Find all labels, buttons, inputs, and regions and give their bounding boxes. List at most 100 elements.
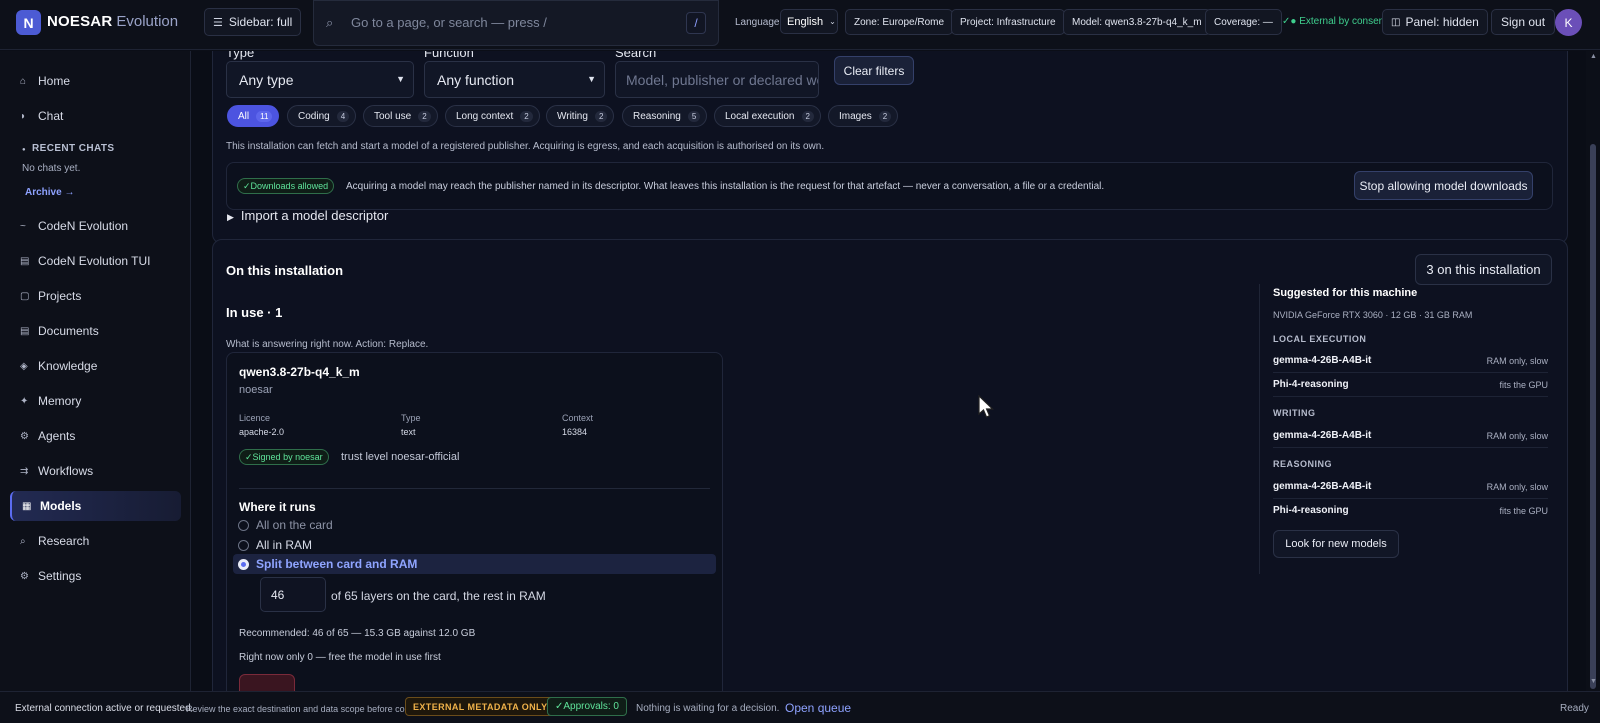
sidebar-item-research[interactable]: ⌕ Research [10, 526, 181, 556]
chevron-down-icon: ▼ [587, 74, 596, 84]
clear-filters-button[interactable]: Clear filters [834, 56, 914, 85]
sidebar-item-coden-evolution-tui[interactable]: ▤ CodeN Evolution TUI [10, 246, 181, 276]
context-label: Context [562, 413, 594, 423]
panel-toggle-button[interactable]: ◫ Panel: hidden [1382, 9, 1488, 35]
sidebar-item-label: Workflows [38, 464, 94, 478]
caret-right-icon: ▶ [227, 212, 234, 222]
suggested-model-row[interactable]: Phi-4-reasoning fits the GPU [1273, 501, 1548, 523]
pill-label: Tool use [374, 110, 412, 122]
pill-label: Coding [298, 110, 330, 122]
filter-pill-all[interactable]: All 11 [227, 105, 280, 127]
sidebar-item-workflows[interactable]: ⇉ Workflows [10, 456, 181, 486]
type-filter-value: Any type [239, 71, 294, 88]
filter-pill-coding[interactable]: Coding 4 [287, 105, 357, 127]
sidebar-item-documents[interactable]: ▤ Documents [10, 316, 181, 346]
approvals-badge[interactable]: ✓Approvals: 0 [547, 697, 627, 716]
suggested-model-row[interactable]: Phi-4-reasoning fits the GPU [1273, 375, 1548, 397]
search-placeholder: Go to a page, or search — press / [351, 15, 547, 30]
sidebar-item-chat[interactable]: ◗ Chat [10, 101, 181, 131]
sidebar-item-settings[interactable]: ⚙ Settings [10, 561, 181, 591]
sidebar-item-coden-evolution[interactable]: ~ CodeN Evolution [10, 211, 181, 241]
run-option-ram[interactable]: All in RAM [238, 535, 716, 555]
radio-icon [238, 519, 249, 531]
scroll-down-icon[interactable]: ▼ [1590, 678, 1597, 685]
run-option-label: All on the card [256, 518, 333, 532]
sidebar-item-label: CodeN Evolution TUI [38, 254, 151, 268]
project-chip[interactable]: Project: Infrastructure [951, 9, 1065, 35]
import-descriptor-label: Import a model descriptor [240, 208, 389, 223]
bullet-icon: ● [22, 147, 27, 153]
scroll-up-icon[interactable]: ▲ [1590, 53, 1597, 60]
sidebar-item-label: Agents [38, 429, 76, 443]
filter-pill-tool-use[interactable]: Tool use 2 [363, 105, 438, 127]
run-option-card[interactable]: All on the card [238, 515, 716, 535]
sidebar: ⌂ Home ◗ Chat ● RECENT CHATS No chats yet… [0, 51, 191, 691]
brand-title: NOESAR Evolution [47, 13, 178, 30]
egress-note: This installation can fetch and start a … [226, 141, 825, 152]
pill-count: 5 [687, 110, 701, 122]
suggested-model-hint: RAM only, slow [1486, 482, 1548, 492]
zone-chip[interactable]: Zone: Europe/Rome [845, 9, 954, 35]
chevron-down-icon: ⌄ [829, 17, 836, 26]
archive-link[interactable]: Archive → [25, 187, 74, 198]
type-filter-select[interactable]: Any type ▼ [226, 61, 414, 98]
run-option-split[interactable]: Split between card and RAM [233, 554, 716, 574]
pill-label: Images [839, 110, 872, 122]
suggested-title: Suggested for this machine [1273, 287, 1418, 299]
trust-level: trust level noesar-official [341, 451, 460, 463]
filter-pill-long-context[interactable]: Long context 2 [445, 105, 540, 127]
look-for-new-models-button[interactable]: Look for new models [1273, 530, 1399, 558]
function-filter-select[interactable]: Any function ▼ [424, 61, 605, 98]
sidebar-item-home[interactable]: ⌂ Home [10, 66, 181, 96]
sidebar-item-memory[interactable]: ✦ Memory [10, 386, 181, 416]
suggested-model-name: gemma-4-26B-A4B-it [1273, 481, 1372, 492]
stop-downloads-label: Stop allowing model downloads [1359, 178, 1528, 193]
context-value: 16384 [562, 427, 588, 437]
sidebar-item-knowledge[interactable]: ◈ Knowledge [10, 351, 181, 381]
sidebar-item-label: Knowledge [38, 359, 98, 373]
model-chip[interactable]: Model: qwen3.8-27b-q4_k_m [1063, 9, 1211, 35]
search-shortcut-key: / [686, 12, 706, 34]
review-text: Review the exact destination and data sc… [186, 704, 439, 714]
language-select[interactable]: English ⌄ [780, 9, 838, 34]
filter-pill-images[interactable]: Images 2 [828, 105, 899, 127]
suggested-model-row[interactable]: gemma-4-26B-A4B-it RAM only, slow [1273, 477, 1548, 499]
replace-button[interactable] [239, 674, 295, 691]
import-descriptor-toggle[interactable]: ▶ Import a model descriptor [227, 208, 388, 223]
coverage-chip[interactable]: Coverage: — [1205, 9, 1282, 35]
filter-pill-writing[interactable]: Writing 2 [546, 105, 615, 127]
in-use-title: In use · 1 [226, 305, 283, 320]
layers-on-card-input[interactable]: 46 [260, 577, 326, 612]
stop-downloads-button[interactable]: Stop allowing model downloads [1354, 171, 1533, 200]
category-local-execution: LOCAL EXECUTION [1273, 334, 1367, 344]
model-search-input[interactable]: Model, publisher or declared wo [615, 61, 819, 98]
sidebar-item-label: Chat [38, 109, 64, 123]
filter-pill-local-execution[interactable]: Local execution 2 [714, 105, 821, 127]
main-scrollbar[interactable]: ▲ ▼ [1586, 51, 1600, 691]
sparkle-icon: ✦ [20, 395, 29, 407]
external-metadata-badge: EXTERNAL METADATA ONLY [405, 697, 556, 716]
brand-name: NOESAR [47, 13, 113, 30]
open-queue-link[interactable]: Open queue [785, 701, 851, 715]
suggested-model-row[interactable]: gemma-4-26B-A4B-it RAM only, slow [1273, 426, 1548, 448]
sidebar-toggle-button[interactable]: ☰ Sidebar: full [204, 8, 302, 36]
sidebar-item-agents[interactable]: ⚙ Agents [10, 421, 181, 451]
suggested-model-row[interactable]: gemma-4-26B-A4B-it RAM only, slow [1273, 351, 1548, 373]
avatar[interactable]: K [1555, 9, 1582, 36]
licence-label: Licence [239, 413, 271, 423]
knowledge-icon: ◈ [20, 360, 28, 372]
category-reasoning: REASONING [1273, 459, 1333, 469]
no-chats-text: No chats yet. [22, 163, 81, 174]
folder-icon: ▢ [20, 290, 30, 302]
global-search-input[interactable]: ⌕ Go to a page, or search — press / / [313, 0, 719, 46]
home-icon: ⌂ [20, 75, 27, 87]
scrollbar-thumb[interactable] [1590, 144, 1596, 689]
pill-count: 2 [594, 110, 608, 122]
where-it-runs-title: Where it runs [239, 500, 316, 514]
sidebar-item-projects[interactable]: ▢ Projects [10, 281, 181, 311]
function-filter-label: Function [424, 51, 474, 60]
sidebar-item-models[interactable]: ▦ Models [10, 491, 181, 521]
filter-pill-reasoning[interactable]: Reasoning 5 [622, 105, 708, 127]
machine-spec: NVIDIA GeForce RTX 3060 · 12 GB · 31 GB … [1273, 310, 1473, 320]
sign-out-button[interactable]: Sign out [1491, 9, 1556, 35]
